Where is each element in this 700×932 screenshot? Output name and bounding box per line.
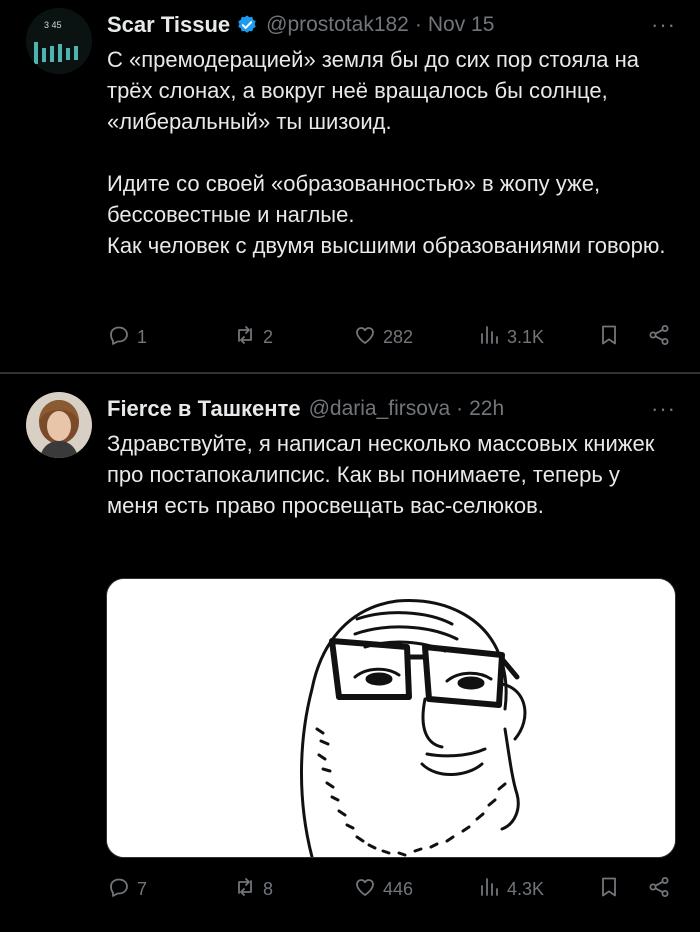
avatar[interactable] bbox=[26, 392, 92, 458]
display-name[interactable]: Fierce в Ташкенте bbox=[107, 396, 301, 422]
views-icon bbox=[477, 875, 501, 904]
views-button[interactable]: 4.3K bbox=[477, 874, 544, 904]
tweet-paragraph: С «премодерацией» земля бы до сих пор ст… bbox=[107, 47, 640, 134]
like-count: 446 bbox=[383, 878, 414, 899]
share-button[interactable] bbox=[647, 322, 671, 352]
bookmark-button[interactable] bbox=[597, 874, 621, 904]
views-button[interactable]: 3.1K bbox=[477, 322, 544, 352]
timestamp[interactable]: 22h bbox=[469, 397, 504, 421]
like-icon bbox=[353, 875, 377, 904]
timestamp[interactable]: Nov 15 bbox=[428, 13, 495, 37]
display-name[interactable]: Scar Tissue bbox=[107, 12, 230, 38]
like-button[interactable]: 282 bbox=[353, 322, 413, 352]
bookmark-icon bbox=[597, 875, 621, 904]
tweet-paragraph: Здравствуйте, я написал несколько массов… bbox=[107, 431, 655, 518]
retweet-button[interactable]: 2 bbox=[233, 322, 273, 352]
tweet-text: Здравствуйте, я написал несколько массов… bbox=[107, 428, 677, 521]
tweet[interactable]: 3 45 Scar Tissue @prostotak182 · Nov 15 … bbox=[0, 0, 700, 372]
reply-count: 7 bbox=[137, 878, 148, 899]
tweet-text: С «премодерацией» земля бы до сих пор ст… bbox=[107, 44, 677, 261]
more-options-icon[interactable]: ··· bbox=[651, 12, 676, 38]
bookmark-button[interactable] bbox=[597, 322, 621, 352]
soyjak-glasses-meme-illustration bbox=[107, 579, 675, 857]
share-button[interactable] bbox=[647, 874, 671, 904]
retweet-icon bbox=[233, 875, 257, 904]
reply-icon bbox=[107, 323, 131, 352]
reply-count: 1 bbox=[137, 326, 148, 347]
like-icon bbox=[353, 323, 377, 352]
tweet-paragraph: Как человек с двумя высшими образованиям… bbox=[107, 233, 666, 258]
like-count: 282 bbox=[383, 326, 414, 347]
avatar[interactable]: 3 45 bbox=[26, 8, 92, 74]
share-icon bbox=[647, 323, 671, 352]
separator: · bbox=[456, 397, 464, 420]
reply-icon bbox=[107, 875, 131, 904]
verified-badge-icon bbox=[236, 14, 258, 36]
bookmark-icon bbox=[597, 323, 621, 352]
reply-button[interactable]: 7 bbox=[107, 874, 147, 904]
separator: · bbox=[414, 13, 422, 36]
retweet-count: 8 bbox=[263, 878, 274, 899]
user-handle[interactable]: @prostotak182 bbox=[266, 13, 409, 37]
tweet-header: Fierce в Ташкенте @daria_firsova · 22h ·… bbox=[107, 394, 680, 424]
retweet-button[interactable]: 8 bbox=[233, 874, 273, 904]
action-bar: 1 2 282 3.1K bbox=[107, 322, 673, 352]
reply-button[interactable]: 1 bbox=[107, 322, 147, 352]
user-handle[interactable]: @daria_firsova bbox=[309, 397, 451, 421]
tweet-paragraph-blank bbox=[107, 137, 677, 168]
views-count: 4.3K bbox=[507, 878, 545, 899]
tweet[interactable]: Fierce в Ташкенте @daria_firsova · 22h ·… bbox=[0, 374, 700, 932]
more-options-icon[interactable]: ··· bbox=[651, 396, 676, 422]
views-count: 3.1K bbox=[507, 326, 545, 347]
views-icon bbox=[477, 323, 501, 352]
action-bar: 7 8 446 4.3K bbox=[107, 874, 673, 904]
tweet-header: Scar Tissue @prostotak182 · Nov 15 ··· bbox=[107, 10, 680, 40]
share-icon bbox=[647, 875, 671, 904]
tweet-paragraph: Идите со своей «образованностью» в жопу … bbox=[107, 171, 601, 227]
like-button[interactable]: 446 bbox=[353, 874, 413, 904]
retweet-icon bbox=[233, 323, 257, 352]
svg-text:3 45: 3 45 bbox=[44, 20, 62, 30]
tweet-media-image[interactable] bbox=[106, 578, 676, 858]
retweet-count: 2 bbox=[263, 326, 274, 347]
